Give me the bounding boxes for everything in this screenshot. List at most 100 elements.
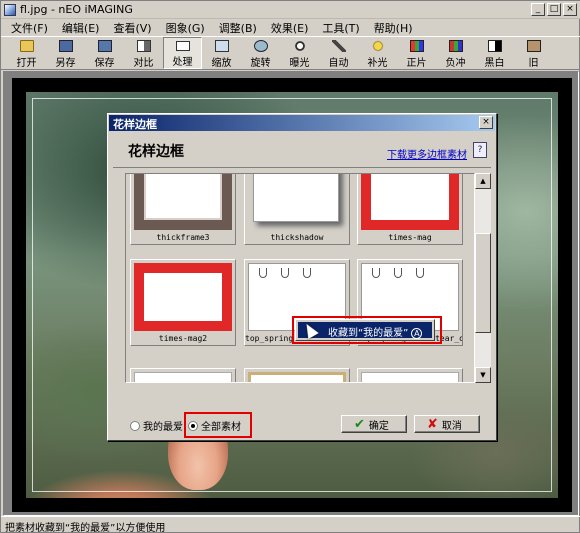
- download-more-link[interactable]: 下载更多边框素材: [387, 146, 467, 161]
- radio-favorites[interactable]: 我的最爱: [130, 418, 183, 433]
- rotate-label: 旋转: [250, 58, 271, 69]
- app-icon: [4, 4, 16, 16]
- exposure-icon: [292, 40, 307, 52]
- thumbnail-image: [134, 372, 232, 382]
- menu-file[interactable]: 文件(F): [9, 18, 60, 36]
- save-icon: [97, 40, 112, 52]
- exposure-label: 曝光: [289, 58, 310, 69]
- thumbnail-image: [253, 174, 339, 222]
- scroll-down-button[interactable]: ▼: [475, 367, 491, 383]
- zoom-label: 缩放: [211, 58, 232, 69]
- old-photo-label: 旧: [528, 58, 539, 69]
- auto-label: 自动: [328, 58, 349, 69]
- menu-image[interactable]: 图象(G): [164, 18, 217, 36]
- status-bar: 把素材收藏到“我的最爱”以方便使用: [1, 516, 580, 533]
- process-label: 处理: [172, 57, 193, 68]
- negative-film-button[interactable]: 负冲: [436, 37, 475, 69]
- dialog-heading: 花样边框: [128, 144, 184, 160]
- x-icon: ✘: [427, 416, 438, 432]
- thumbnail-image: [361, 174, 459, 230]
- black-white-button[interactable]: 黑白: [475, 37, 514, 69]
- minimize-button[interactable]: _: [531, 3, 545, 16]
- ring-icon: [416, 268, 424, 278]
- checkmark-icon: ✔: [354, 416, 365, 432]
- thumbnail-row3-1[interactable]: [130, 368, 236, 382]
- exposure-button[interactable]: 曝光: [280, 37, 319, 69]
- thumbnail-label: times-mag: [388, 233, 432, 242]
- menu-bar: 文件(F) 编辑(E) 查看(V) 图象(G) 调整(B) 效果(E) 工具(T…: [1, 18, 580, 36]
- app-window: fl.jpg - nEO iMAGING _ □ × 文件(F) 编辑(E) 查…: [0, 0, 580, 533]
- help-icon[interactable]: ?: [473, 142, 487, 158]
- radio-favorites-label: 我的最爱: [143, 422, 183, 433]
- gallery-scrollbar[interactable]: ▲ ▼: [475, 173, 491, 383]
- auto-button[interactable]: 自动: [319, 37, 358, 69]
- radio-dot: [130, 420, 140, 431]
- dialog-header: 花样边框 下载更多边框素材 ?: [113, 134, 491, 168]
- open-button[interactable]: 打开: [7, 37, 46, 69]
- auto-icon: [331, 40, 346, 52]
- save-as-label: 另存: [55, 58, 76, 69]
- menu-adjust[interactable]: 调整(B): [217, 18, 269, 36]
- scroll-thumb[interactable]: [475, 233, 491, 333]
- ok-button[interactable]: ✔ 确定: [341, 415, 407, 433]
- ring-icon: [372, 268, 380, 278]
- thumbnail-row3-3[interactable]: [357, 368, 463, 382]
- ring-icon: [281, 268, 289, 278]
- open-label: 打开: [16, 58, 37, 69]
- add-to-favorites-label: 收藏到“我的最爱”: [328, 328, 409, 339]
- thumbnail-thickshadow[interactable]: thickshadow: [244, 174, 350, 245]
- menu-tools[interactable]: 工具(T): [320, 18, 371, 36]
- old-photo-icon: [526, 40, 541, 52]
- ring-icon: [259, 268, 267, 278]
- black-white-label: 黑白: [484, 58, 505, 69]
- window-title: fl.jpg - nEO iMAGING: [20, 3, 133, 16]
- fill-light-button[interactable]: 补光: [358, 37, 397, 69]
- positive-film-icon: [409, 40, 424, 52]
- rotate-icon: [253, 40, 268, 52]
- close-button[interactable]: ×: [563, 3, 577, 16]
- positive-film-button[interactable]: 正片: [397, 37, 436, 69]
- fill-light-label: 补光: [367, 58, 388, 69]
- thumbnail-times-mag2[interactable]: times-mag2: [130, 259, 236, 346]
- thumbnail-times-mag[interactable]: times-mag: [357, 174, 463, 245]
- positive-film-label: 正片: [406, 58, 427, 69]
- menu-help[interactable]: 帮助(H): [372, 18, 425, 36]
- cancel-label: 取消: [441, 420, 462, 432]
- dialog-title: 花样边框: [113, 118, 157, 131]
- maximize-button[interactable]: □: [547, 3, 561, 16]
- old-photo-button[interactable]: 旧: [514, 37, 553, 69]
- ring-icon: [394, 268, 402, 278]
- thumbnail-row3-2[interactable]: [244, 368, 350, 382]
- save-button[interactable]: 保存: [85, 37, 124, 69]
- cancel-button[interactable]: ✘ 取消: [414, 415, 480, 433]
- thumbnail-label: thickshadow: [270, 233, 324, 242]
- zoom-button[interactable]: 缩放: [202, 37, 241, 69]
- thumbnail-image: [134, 263, 232, 331]
- border-dialog: 花样边框 × 花样边框 下载更多边框素材 ? thickframe3 thick…: [107, 113, 497, 441]
- compare-button[interactable]: 对比: [124, 37, 163, 69]
- thumbnail-label: times-mag2: [158, 334, 208, 343]
- save-label: 保存: [94, 58, 115, 69]
- thumbnail-thickframe3[interactable]: thickframe3: [130, 174, 236, 245]
- save-as-icon: [58, 40, 73, 52]
- menu-effects[interactable]: 效果(E): [269, 18, 321, 36]
- rotate-button[interactable]: 旋转: [241, 37, 280, 69]
- compare-icon: [136, 40, 151, 52]
- dialog-close-button[interactable]: ×: [479, 116, 493, 129]
- save-as-button[interactable]: 另存: [46, 37, 85, 69]
- toolbar: 打开 另存 保存 对比 处理 缩放 旋转 曝光 自动 补光 正片 负冲 黑白 旧: [1, 36, 580, 70]
- ring-icon: [303, 268, 311, 278]
- scroll-up-button[interactable]: ▲: [475, 173, 491, 189]
- process-button[interactable]: 处理: [163, 37, 202, 69]
- menu-edit[interactable]: 编辑(E): [60, 18, 112, 36]
- frame-gallery[interactable]: thickframe3 thickshadow times-mag times-…: [125, 173, 475, 383]
- negative-film-icon: [448, 40, 463, 52]
- zoom-icon: [214, 40, 229, 52]
- add-to-favorites-menu-item[interactable]: 收藏到“我的最爱” A: [298, 322, 432, 339]
- ok-label: 确定: [368, 420, 389, 432]
- thumbnail-image: [134, 174, 232, 230]
- title-bar: fl.jpg - nEO iMAGING _ □ ×: [1, 1, 580, 19]
- black-white-icon: [487, 40, 502, 52]
- menu-view[interactable]: 查看(V): [111, 18, 163, 36]
- thumbnail-image: [361, 372, 459, 382]
